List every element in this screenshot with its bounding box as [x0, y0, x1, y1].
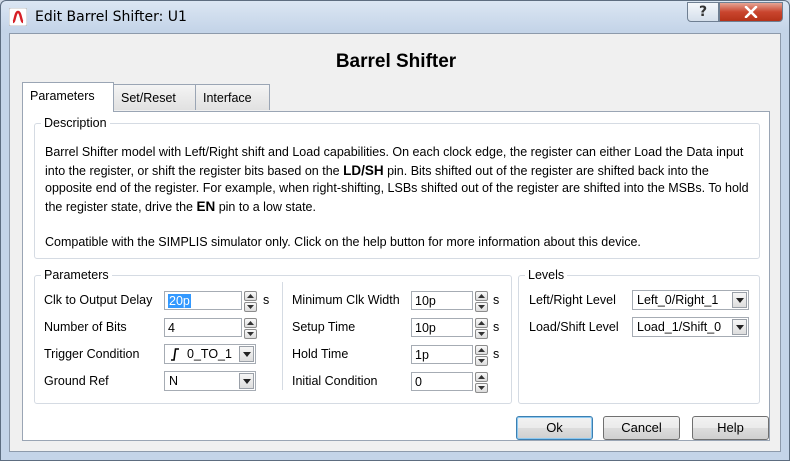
help-button[interactable]: Help: [692, 416, 769, 440]
left-right-level-value: Left_0/Right_1: [637, 293, 719, 307]
minimum-clk-width-spinner[interactable]: [475, 291, 488, 312]
selected-text: 20p: [168, 294, 191, 308]
close-icon: [744, 6, 758, 18]
clk-to-output-delay-input[interactable]: 20p: [164, 291, 242, 310]
setup-time-label: Setup Time: [292, 320, 356, 334]
spin-down-icon[interactable]: [475, 329, 488, 339]
hold-time-input[interactable]: 1p: [411, 345, 473, 364]
left-right-level-label: Left/Right Level: [529, 293, 616, 307]
initial-condition-input[interactable]: 0: [411, 372, 473, 391]
spin-up-icon[interactable]: [475, 345, 488, 355]
trigger-condition-select[interactable]: 0_TO_1: [164, 344, 256, 364]
chevron-down-icon[interactable]: [732, 319, 747, 335]
column-divider: [282, 282, 283, 390]
title-bar[interactable]: Edit Barrel Shifter: U1 ?: [1, 1, 789, 33]
ok-button[interactable]: Ok: [516, 416, 593, 440]
spin-down-icon[interactable]: [244, 329, 257, 339]
setup-time-input[interactable]: 10p: [411, 318, 473, 337]
spin-up-icon[interactable]: [475, 291, 488, 301]
spin-up-icon[interactable]: [244, 291, 257, 301]
minimum-clk-width-unit: s: [493, 293, 500, 307]
chevron-down-icon[interactable]: [239, 346, 254, 362]
title-close-button[interactable]: [719, 2, 783, 22]
dialog-client-area: Barrel Shifter Parameters Set/Reset Inte…: [9, 33, 781, 452]
clk-to-output-delay-spinner[interactable]: [244, 291, 257, 312]
initial-condition-label: Initial Condition: [292, 374, 378, 388]
number-of-bits-input[interactable]: 4: [164, 318, 242, 337]
en-pin-name: EN: [196, 198, 216, 214]
parameters-legend: Parameters: [41, 268, 112, 282]
description-legend: Description: [41, 116, 110, 130]
tab-set-reset[interactable]: Set/Reset: [113, 84, 196, 110]
simplis-app-icon: [9, 8, 27, 26]
spin-up-icon[interactable]: [475, 372, 488, 382]
levels-legend: Levels: [525, 268, 568, 282]
hold-time-unit: s: [493, 347, 500, 361]
ground-ref-select[interactable]: N: [164, 371, 256, 391]
rising-edge-icon: [171, 348, 179, 361]
question-icon: ?: [698, 4, 708, 20]
clk-to-output-delay-unit: s: [263, 293, 270, 307]
tab-label: Interface: [203, 91, 252, 105]
number-of-bits-spinner[interactable]: [244, 318, 257, 339]
initial-condition-spinner[interactable]: [475, 372, 488, 393]
load-shift-level-select[interactable]: Load_1/Shift_0: [632, 317, 749, 337]
setup-time-unit: s: [493, 320, 500, 334]
left-right-level-select[interactable]: Left_0/Right_1: [632, 290, 749, 310]
ground-ref-value: N: [169, 374, 179, 388]
tab-label: Parameters: [30, 89, 95, 103]
spin-down-icon[interactable]: [475, 356, 488, 366]
hold-time-label: Hold Time: [292, 347, 349, 361]
tab-label: Set/Reset: [121, 91, 176, 105]
load-shift-level-value: Load_1/Shift_0: [637, 320, 722, 334]
dialog-heading: Barrel Shifter: [335, 51, 457, 72]
trigger-condition-label: Trigger Condition: [44, 347, 140, 361]
spin-down-icon[interactable]: [475, 302, 488, 312]
tab-interface[interactable]: Interface: [195, 84, 270, 110]
trigger-condition-value: 0_TO_1: [187, 347, 232, 361]
spin-down-icon[interactable]: [475, 383, 488, 393]
hold-time-spinner[interactable]: [475, 345, 488, 366]
clk-to-output-delay-label: Clk to Output Delay: [44, 293, 153, 307]
parameters-tab-panel: Description Barrel Shifter model with Le…: [22, 111, 770, 441]
minimum-clk-width-input[interactable]: 10p: [411, 291, 473, 310]
compatibility-note: Compatible with the SIMPLIS simulator on…: [45, 234, 641, 249]
load-shift-level-label: Load/Shift Level: [529, 320, 619, 334]
description-group: Description Barrel Shifter model with Le…: [34, 116, 760, 259]
title-help-button[interactable]: ?: [687, 2, 719, 22]
setup-time-spinner[interactable]: [475, 318, 488, 339]
tab-parameters[interactable]: Parameters: [22, 82, 114, 112]
cancel-button[interactable]: Cancel: [603, 416, 680, 440]
description-text: Barrel Shifter model with Left/Right shi…: [45, 144, 755, 251]
ground-ref-label: Ground Ref: [44, 374, 109, 388]
dialog-window: Edit Barrel Shifter: U1 ? Barrel Shifter…: [0, 0, 790, 461]
chevron-down-icon[interactable]: [732, 292, 747, 308]
number-of-bits-label: Number of Bits: [44, 320, 127, 334]
spin-up-icon[interactable]: [244, 318, 257, 328]
spin-down-icon[interactable]: [244, 302, 257, 312]
chevron-down-icon[interactable]: [239, 373, 254, 389]
spin-up-icon[interactable]: [475, 318, 488, 328]
ld-sh-pin-name: LD/SH: [343, 162, 384, 178]
minimum-clk-width-label: Minimum Clk Width: [292, 293, 400, 307]
description-part: pin to a low state.: [215, 199, 316, 214]
window-title: Edit Barrel Shifter: U1: [35, 9, 187, 25]
